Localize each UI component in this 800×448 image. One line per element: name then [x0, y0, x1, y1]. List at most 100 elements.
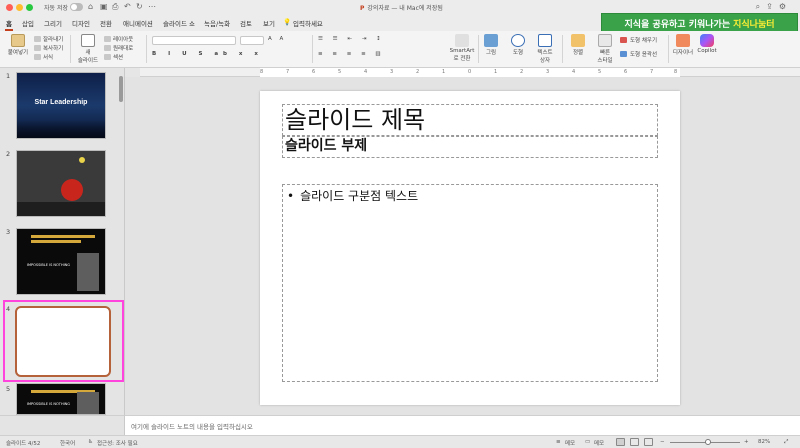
thumbnail-boxer-figure: [77, 253, 99, 291]
shapes-icon: [511, 34, 525, 47]
paste-button[interactable]: 붙여넣기: [4, 34, 32, 56]
title-placeholder[interactable]: 슬라이드 제목: [282, 104, 658, 136]
convert-smartart-button[interactable]: SmartArt 로 전환: [448, 34, 476, 62]
ribbon-separator: [478, 35, 479, 63]
tab-animations[interactable]: 애니메이션: [123, 18, 153, 28]
subtitle-placeholder[interactable]: 슬라이드 부제: [282, 136, 658, 158]
ruler-mark: 1: [442, 69, 446, 75]
new-slide-button[interactable]: 새 슬라이드: [76, 34, 100, 64]
tab-design[interactable]: 디자인: [72, 18, 90, 28]
home-icon[interactable]: ⌂: [88, 2, 93, 11]
font-size-select[interactable]: [240, 36, 264, 45]
ruler-mark: 1: [494, 69, 498, 75]
slide-thumbnail-3[interactable]: IMPOSSIBLE IS NOTHING: [16, 228, 106, 295]
tab-insert[interactable]: 삽입: [22, 18, 34, 28]
ribbon-separator: [312, 35, 313, 63]
list-buttons[interactable]: ☰ ☰ ⇤ ⇥ ↕: [318, 36, 385, 42]
undo-icon[interactable]: ↶: [124, 2, 131, 11]
smartart-label-2: 로 전환: [453, 56, 471, 62]
thumbnail-scrollbar[interactable]: [119, 76, 123, 102]
thumbnail-text-line: [31, 235, 95, 238]
zoom-out-icon[interactable]: −: [660, 439, 665, 445]
ribbon-separator: [146, 35, 147, 63]
save-icon[interactable]: ▣: [100, 2, 108, 11]
slide-thumbnail-4[interactable]: [15, 306, 111, 377]
zoom-in-icon[interactable]: +: [744, 439, 749, 445]
textbox-button[interactable]: 텍스트 상자: [534, 34, 556, 64]
comments-toggle[interactable]: 메모: [594, 439, 604, 447]
body-placeholder[interactable]: • 슬라이드 구분점 텍스트: [282, 184, 658, 382]
fit-to-window-icon[interactable]: ⤢: [784, 439, 788, 446]
ruler-mark: 7: [286, 69, 290, 75]
format-painter-button[interactable]: 서식: [43, 53, 53, 61]
tab-home[interactable]: 홈: [5, 18, 13, 31]
slide-number: 5: [6, 385, 11, 393]
copilot-button[interactable]: Copilot: [696, 34, 718, 54]
slide-sorter-button[interactable]: [630, 438, 639, 446]
minimize-window-button[interactable]: [16, 4, 23, 11]
body-text: 슬라이드 구분점 텍스트: [300, 189, 419, 203]
alignment-buttons[interactable]: ≡ ≡ ≡ ≡ ▥: [318, 51, 385, 57]
autosave-toggle[interactable]: [70, 3, 83, 11]
arrange-button[interactable]: 정렬: [568, 34, 588, 56]
ribbon-separator: [70, 35, 71, 63]
tab-transitions[interactable]: 전환: [100, 18, 112, 28]
quick-styles-label-1: 빠른: [599, 50, 611, 56]
shape-fill-button[interactable]: 도형 채우기: [630, 36, 657, 44]
notes-pane[interactable]: 여기에 슬라이드 노트의 내용을 입력하십시오: [125, 415, 800, 435]
tab-record[interactable]: 녹음/녹화: [204, 18, 230, 28]
share-icon[interactable]: ⇪: [766, 2, 779, 11]
new-slide-label-1: 새: [85, 50, 91, 56]
tell-me-lightbulb-icon[interactable]: 💡: [283, 18, 291, 26]
editor-vertical-scrollbar[interactable]: [790, 80, 796, 413]
bullet-marker: •: [287, 189, 295, 203]
designer-button[interactable]: 디자이너: [672, 34, 694, 56]
copy-button[interactable]: 복사하기: [43, 44, 63, 52]
reset-button[interactable]: 원래대로: [113, 44, 133, 52]
tell-me-search[interactable]: 입력하세요: [293, 18, 323, 28]
normal-view-button[interactable]: [616, 438, 625, 446]
language-status[interactable]: 한국어: [60, 439, 75, 447]
accessibility-icon: ♿: [88, 439, 93, 445]
slide-thumbnail-2[interactable]: [16, 150, 106, 217]
slide-thumbnail-5[interactable]: IMPOSSIBLE IS NOTHING: [16, 383, 106, 415]
ruler-mark: 2: [416, 69, 420, 75]
thumbnail-boxer-figure: [77, 392, 99, 414]
cut-button[interactable]: 잘라내기: [43, 35, 63, 43]
shape-outline-icon: [620, 51, 627, 57]
layout-button[interactable]: 레이아웃: [113, 35, 133, 43]
slide-count: 슬라이드 4/52: [6, 441, 41, 447]
tab-draw[interactable]: 그리기: [44, 18, 62, 28]
font-style-buttons[interactable]: B I U S ab x x: [152, 51, 263, 57]
ruler-mark: 2: [520, 69, 524, 75]
horizontal-ruler: 8 7 6 5 4 3 2 1 0 1 2 3 4 5 6 7 8: [140, 68, 800, 77]
ribbon: 붙여넣기 잘라내기 복사하기 서식 새 슬라이드 레이아웃 원래대로 섹션 A …: [0, 31, 800, 68]
picture-button[interactable]: 그림: [482, 34, 500, 56]
shapes-button[interactable]: 도형: [506, 34, 530, 56]
reading-view-button[interactable]: [644, 438, 653, 446]
tab-slideshow[interactable]: 슬라이드 쇼: [163, 18, 195, 28]
zoom-window-button[interactable]: [26, 4, 33, 11]
copy-icon: [34, 45, 41, 51]
notes-toggle[interactable]: 메모: [565, 439, 575, 447]
close-window-button[interactable]: [6, 4, 13, 11]
quick-styles-button[interactable]: 빠른 스타일: [594, 34, 616, 64]
tab-review[interactable]: 검토: [240, 18, 252, 28]
banner-text: 지식을 공유하고 키워나가는: [624, 19, 731, 30]
current-slide[interactable]: 슬라이드 제목 슬라이드 부제 • 슬라이드 구분점 텍스트: [260, 91, 680, 405]
ruler-mark: 0: [468, 69, 472, 75]
tab-view[interactable]: 보기: [263, 18, 275, 28]
zoom-slider-knob[interactable]: [705, 439, 711, 445]
search-icon[interactable]: ⌕: [756, 2, 766, 11]
section-button[interactable]: 섹션: [113, 53, 123, 61]
accessibility-status[interactable]: 접근성: 조사 필요: [97, 439, 138, 447]
settings-icon[interactable]: ⚙: [779, 2, 792, 11]
more-icon[interactable]: ⋯: [148, 2, 156, 11]
shape-outline-button[interactable]: 도형 윤곽선: [630, 50, 657, 58]
zoom-level[interactable]: 82%: [758, 439, 770, 445]
slide-thumbnail-1[interactable]: Star Leadership: [16, 72, 106, 139]
font-size-buttons[interactable]: A A: [268, 36, 286, 42]
redo-icon[interactable]: ↻: [136, 2, 143, 11]
print-icon[interactable]: ⎙: [112, 2, 118, 12]
font-family-select[interactable]: [152, 36, 236, 45]
